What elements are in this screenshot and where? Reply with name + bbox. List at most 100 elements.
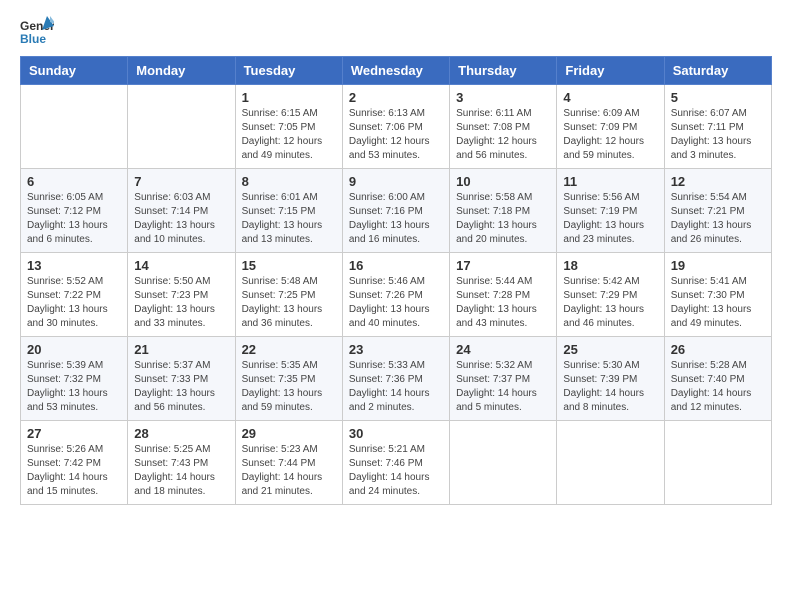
week-row-2: 6 Sunrise: 6:05 AMSunset: 7:12 PMDaylight… <box>21 169 772 253</box>
day-number: 19 <box>671 258 765 273</box>
calendar-cell: 5Sunrise: 6:07 AMSunset: 7:11 PMDaylight… <box>664 85 771 169</box>
day-number: 23 <box>349 342 443 357</box>
calendar-cell: 27Sunrise: 5:26 AMSunset: 7:42 PMDayligh… <box>21 421 128 505</box>
calendar-cell: 25 Sunrise: 5:30 AMSunset: 7:39 PMDayligh… <box>557 337 664 421</box>
calendar-cell: 6 Sunrise: 6:05 AMSunset: 7:12 PMDaylight… <box>21 169 128 253</box>
calendar-cell: 19Sunrise: 5:41 AMSunset: 7:30 PMDayligh… <box>664 253 771 337</box>
day-info: Sunrise: 6:03 AMSunset: 7:14 PMDaylight:… <box>134 191 228 247</box>
calendar-cell: 4 Sunrise: 6:09 AMSunset: 7:09 PMDaylight… <box>557 85 664 169</box>
day-info: Sunrise: 6:05 AMSunset: 7:12 PMDaylight:… <box>27 191 121 247</box>
calendar-cell: 24Sunrise: 5:32 AMSunset: 7:37 PMDayligh… <box>450 337 557 421</box>
calendar-cell: 20 Sunrise: 5:39 AMSunset: 7:32 PMDayligh… <box>21 337 128 421</box>
day-number: 27 <box>27 426 121 441</box>
day-number: 4 <box>563 90 657 105</box>
day-number: 21 <box>134 342 228 357</box>
day-number: 18 <box>563 258 657 273</box>
week-row-5: 27Sunrise: 5:26 AMSunset: 7:42 PMDayligh… <box>21 421 772 505</box>
calendar-cell <box>450 421 557 505</box>
day-number: 12 <box>671 174 765 189</box>
weekday-header-saturday: Saturday <box>664 57 771 85</box>
calendar-cell: 28Sunrise: 5:25 AMSunset: 7:43 PMDayligh… <box>128 421 235 505</box>
day-info: Sunrise: 5:21 AMSunset: 7:46 PMDaylight:… <box>349 443 443 499</box>
calendar-cell: 2Sunrise: 6:13 AMSunset: 7:06 PMDaylight… <box>342 85 449 169</box>
day-info: Sunrise: 5:35 AMSunset: 7:35 PMDaylight:… <box>242 359 336 415</box>
day-number: 11 <box>563 174 657 189</box>
day-info: Sunrise: 6:09 AMSunset: 7:09 PMDaylight:… <box>563 107 657 163</box>
day-info: Sunrise: 5:30 AMSunset: 7:39 PMDaylight:… <box>563 359 657 415</box>
day-number: 10 <box>456 174 550 189</box>
calendar-cell: 13 Sunrise: 5:52 AMSunset: 7:22 PMDayligh… <box>21 253 128 337</box>
day-number: 26 <box>671 342 765 357</box>
day-number: 28 <box>134 426 228 441</box>
day-info: Sunrise: 5:54 AMSunset: 7:21 PMDaylight:… <box>671 191 765 247</box>
day-info: Sunrise: 6:11 AMSunset: 7:08 PMDaylight:… <box>456 107 550 163</box>
day-info: Sunrise: 6:15 AMSunset: 7:05 PMDaylight:… <box>242 107 336 163</box>
day-info: Sunrise: 5:50 AMSunset: 7:23 PMDaylight:… <box>134 275 228 331</box>
day-number: 8 <box>242 174 336 189</box>
svg-text:Blue: Blue <box>20 32 46 46</box>
logo-text: General Blue <box>20 16 54 48</box>
calendar-cell: 1 Sunrise: 6:15 AMSunset: 7:05 PMDaylight… <box>235 85 342 169</box>
day-info: Sunrise: 5:39 AMSunset: 7:32 PMDaylight:… <box>27 359 121 415</box>
day-info: Sunrise: 6:01 AMSunset: 7:15 PMDaylight:… <box>242 191 336 247</box>
day-number: 6 <box>27 174 121 189</box>
calendar-cell <box>21 85 128 169</box>
day-info: Sunrise: 5:28 AMSunset: 7:40 PMDaylight:… <box>671 359 765 415</box>
calendar-cell: 12 Sunrise: 5:54 AMSunset: 7:21 PMDayligh… <box>664 169 771 253</box>
calendar-cell: 22Sunrise: 5:35 AMSunset: 7:35 PMDayligh… <box>235 337 342 421</box>
day-number: 15 <box>242 258 336 273</box>
weekday-header-tuesday: Tuesday <box>235 57 342 85</box>
day-info: Sunrise: 5:23 AMSunset: 7:44 PMDaylight:… <box>242 443 336 499</box>
weekday-header-monday: Monday <box>128 57 235 85</box>
calendar-cell: 29 Sunrise: 5:23 AMSunset: 7:44 PMDayligh… <box>235 421 342 505</box>
weekday-header-sunday: Sunday <box>21 57 128 85</box>
day-number: 2 <box>349 90 443 105</box>
day-number: 25 <box>563 342 657 357</box>
calendar-table: SundayMondayTuesdayWednesdayThursdayFrid… <box>20 56 772 505</box>
day-number: 29 <box>242 426 336 441</box>
calendar-cell: 30Sunrise: 5:21 AMSunset: 7:46 PMDayligh… <box>342 421 449 505</box>
calendar-cell: 23 Sunrise: 5:33 AMSunset: 7:36 PMDayligh… <box>342 337 449 421</box>
calendar-cell <box>128 85 235 169</box>
day-number: 24 <box>456 342 550 357</box>
day-number: 17 <box>456 258 550 273</box>
day-number: 9 <box>349 174 443 189</box>
calendar-cell: 3 Sunrise: 6:11 AMSunset: 7:08 PMDaylight… <box>450 85 557 169</box>
calendar-cell: 16 Sunrise: 5:46 AMSunset: 7:26 PMDayligh… <box>342 253 449 337</box>
weekday-header-wednesday: Wednesday <box>342 57 449 85</box>
calendar-cell: 9 Sunrise: 6:00 AMSunset: 7:16 PMDaylight… <box>342 169 449 253</box>
day-number: 13 <box>27 258 121 273</box>
calendar-cell: 7 Sunrise: 6:03 AMSunset: 7:14 PMDaylight… <box>128 169 235 253</box>
week-row-1: 1 Sunrise: 6:15 AMSunset: 7:05 PMDaylight… <box>21 85 772 169</box>
calendar-cell: 17 Sunrise: 5:44 AMSunset: 7:28 PMDayligh… <box>450 253 557 337</box>
day-number: 3 <box>456 90 550 105</box>
calendar-cell <box>664 421 771 505</box>
day-info: Sunrise: 5:58 AMSunset: 7:18 PMDaylight:… <box>456 191 550 247</box>
day-info: Sunrise: 5:48 AMSunset: 7:25 PMDaylight:… <box>242 275 336 331</box>
day-number: 1 <box>242 90 336 105</box>
calendar-cell: 18 Sunrise: 5:42 AMSunset: 7:29 PMDayligh… <box>557 253 664 337</box>
day-number: 20 <box>27 342 121 357</box>
calendar-cell: 15 Sunrise: 5:48 AMSunset: 7:25 PMDayligh… <box>235 253 342 337</box>
day-info: Sunrise: 5:44 AMSunset: 7:28 PMDaylight:… <box>456 275 550 331</box>
week-row-3: 13 Sunrise: 5:52 AMSunset: 7:22 PMDayligh… <box>21 253 772 337</box>
weekday-header-thursday: Thursday <box>450 57 557 85</box>
day-info: Sunrise: 6:07 AMSunset: 7:11 PMDaylight:… <box>671 107 765 163</box>
day-info: Sunrise: 5:52 AMSunset: 7:22 PMDaylight:… <box>27 275 121 331</box>
week-row-4: 20 Sunrise: 5:39 AMSunset: 7:32 PMDayligh… <box>21 337 772 421</box>
page-header: General Blue <box>20 16 772 48</box>
calendar-cell: 11 Sunrise: 5:56 AMSunset: 7:19 PMDayligh… <box>557 169 664 253</box>
calendar-cell: 10 Sunrise: 5:58 AMSunset: 7:18 PMDayligh… <box>450 169 557 253</box>
logo: General Blue <box>20 16 54 48</box>
calendar-cell: 14 Sunrise: 5:50 AMSunset: 7:23 PMDayligh… <box>128 253 235 337</box>
weekday-header-row: SundayMondayTuesdayWednesdayThursdayFrid… <box>21 57 772 85</box>
day-info: Sunrise: 6:00 AMSunset: 7:16 PMDaylight:… <box>349 191 443 247</box>
calendar-cell: 8 Sunrise: 6:01 AMSunset: 7:15 PMDaylight… <box>235 169 342 253</box>
day-info: Sunrise: 5:33 AMSunset: 7:36 PMDaylight:… <box>349 359 443 415</box>
day-info: Sunrise: 5:56 AMSunset: 7:19 PMDaylight:… <box>563 191 657 247</box>
day-number: 14 <box>134 258 228 273</box>
day-number: 7 <box>134 174 228 189</box>
day-info: Sunrise: 5:46 AMSunset: 7:26 PMDaylight:… <box>349 275 443 331</box>
day-number: 16 <box>349 258 443 273</box>
day-info: Sunrise: 5:42 AMSunset: 7:29 PMDaylight:… <box>563 275 657 331</box>
